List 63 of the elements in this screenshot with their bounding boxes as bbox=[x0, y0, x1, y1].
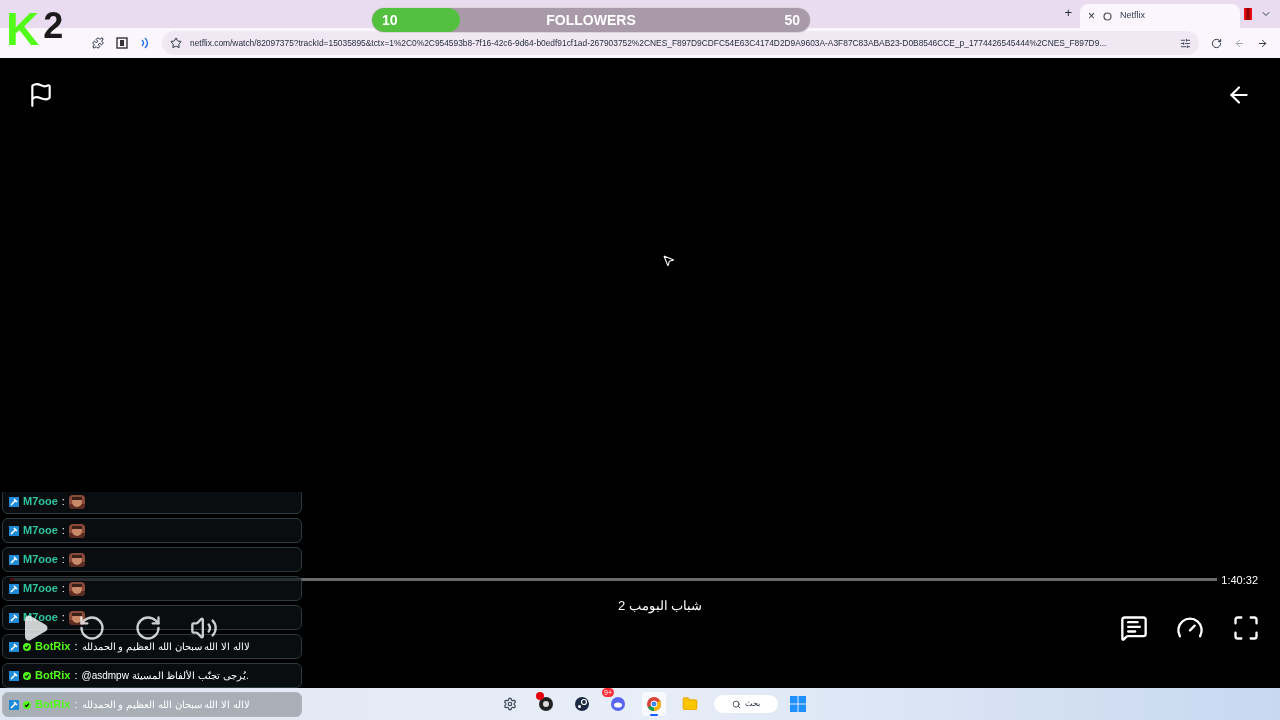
browser-tab[interactable]: × Netflix bbox=[1080, 4, 1240, 28]
search-label: بحث bbox=[745, 698, 760, 710]
site-settings-icon[interactable] bbox=[1180, 37, 1191, 49]
chat-separator: : bbox=[74, 668, 78, 684]
tab-favicon-icon bbox=[1103, 11, 1112, 21]
url-text: netflix.com/watch/82097375?trackId=15035895&tctx=1%2C0%2C954593b8-7f16-42c6-9d64-b0edf91cf1ad-267903752%2CNES_F897D9CDFC54E63C4174D2D9A9603A-A3F87C83ABAB23-D0B8546CCE_p_1774426545444%2CNES_F897D9... bbox=[190, 36, 1107, 50]
chat-username: BotRix bbox=[35, 697, 71, 713]
report-flag-icon[interactable] bbox=[28, 82, 54, 108]
subtitles-icon[interactable] bbox=[1120, 614, 1148, 642]
bookmark-icon[interactable] bbox=[170, 37, 182, 49]
moderator-icon bbox=[9, 583, 19, 594]
reload-icon[interactable] bbox=[1211, 37, 1222, 49]
forward-skip-icon[interactable] bbox=[134, 614, 162, 642]
counter-text: 2 bbox=[43, 6, 64, 46]
extension-icon[interactable] bbox=[92, 37, 104, 49]
moderator-icon bbox=[9, 699, 19, 710]
chat-username: M7ooe bbox=[23, 494, 58, 510]
channel-logo: K bbox=[6, 6, 40, 52]
taskbar-search[interactable]: بحث bbox=[714, 695, 778, 713]
close-tab-button[interactable]: × bbox=[1088, 7, 1095, 25]
chat-separator: : bbox=[61, 610, 65, 626]
duration-text: 1:40:32 bbox=[1221, 572, 1258, 588]
moderator-icon bbox=[9, 670, 19, 681]
chat-username: M7ooe bbox=[23, 523, 58, 539]
verified-icon bbox=[23, 700, 31, 709]
reader-icon[interactable] bbox=[116, 37, 128, 49]
start-icon[interactable] bbox=[790, 696, 806, 712]
fullscreen-icon[interactable] bbox=[1232, 614, 1260, 642]
goal-current: 10 bbox=[382, 10, 398, 30]
chat-separator: : bbox=[74, 697, 78, 713]
chat-separator: : bbox=[74, 639, 78, 655]
address-bar[interactable]: netflix.com/watch/82097375?trackId=15035895&tctx=1%2C0%2C954593b8-7f16-42c6-9d64-b0edf91cf1ad-267903752%2CNES_F897D9CDFC54E63C4174D2D9A9603A-A3F87C83ABAB23-D0B8546CCE_p_1774426545444%2CNES_F897D9... bbox=[162, 31, 1199, 55]
moderator-icon bbox=[9, 496, 19, 507]
chat-username: M7ooe bbox=[23, 610, 58, 626]
chat-username: M7ooe bbox=[23, 581, 58, 597]
moderator-icon bbox=[9, 612, 19, 623]
record-icon[interactable] bbox=[538, 696, 554, 712]
goal-target: 50 bbox=[784, 10, 800, 30]
settings-icon[interactable] bbox=[503, 697, 517, 711]
rewind-icon[interactable] bbox=[78, 614, 106, 642]
chat-separator: : bbox=[61, 552, 65, 568]
chat-separator: : bbox=[61, 581, 65, 597]
moderator-icon bbox=[9, 554, 19, 565]
tab-title: Netflix bbox=[1120, 9, 1146, 23]
chat-username: BotRix bbox=[35, 639, 71, 655]
search-icon bbox=[732, 699, 741, 709]
verified-icon bbox=[23, 671, 31, 680]
chat-text: @asdmpw يُرجى تجنّب الألفاظ المسيئة. bbox=[81, 669, 249, 683]
chat-separator: : bbox=[61, 523, 65, 539]
episode-title: شباب البومب 2 bbox=[618, 597, 703, 616]
audio-icon[interactable] bbox=[140, 37, 150, 49]
chat-username: BotRix bbox=[35, 668, 71, 684]
moderator-icon bbox=[9, 641, 19, 652]
chat-username: M7ooe bbox=[23, 552, 58, 568]
cursor-icon bbox=[662, 254, 675, 267]
new-tab-button[interactable]: + bbox=[1064, 2, 1072, 22]
goal-label: FOLLOWERS bbox=[546, 10, 636, 30]
moderator-icon bbox=[9, 525, 19, 536]
chat-text: لااله الا الله سبحان الله العظيم و الحمدلله bbox=[81, 698, 250, 712]
forward-icon[interactable] bbox=[1257, 37, 1268, 49]
chat-separator: : bbox=[61, 494, 65, 510]
chat-text: لااله الا الله سبحان الله العظيم و الحمدلله bbox=[81, 640, 250, 654]
verified-icon bbox=[23, 642, 31, 651]
